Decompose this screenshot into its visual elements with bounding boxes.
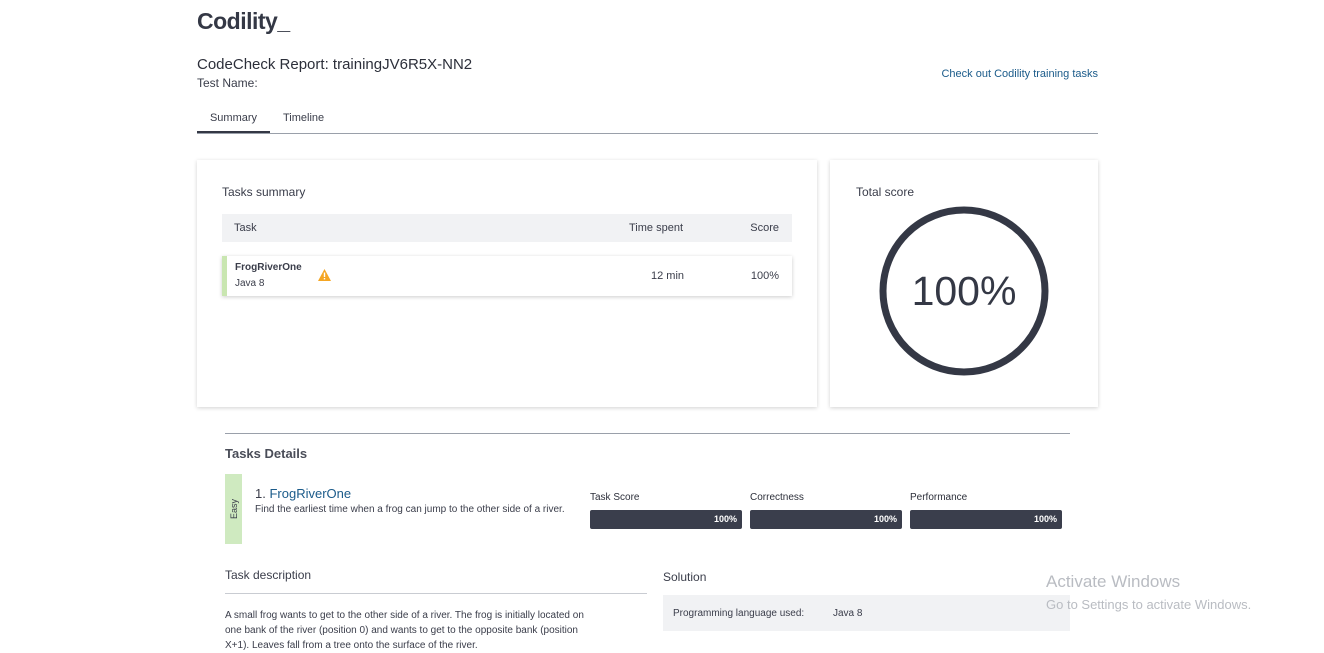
solution-info: Programming language used: Java 8	[663, 595, 1070, 631]
task-language: Java 8	[235, 278, 265, 289]
solution-title: Solution	[663, 570, 707, 584]
task-title-link[interactable]: FrogRiverOne	[269, 486, 351, 501]
tasks-summary-card: Tasks summary Task Time spent Score Frog…	[197, 160, 817, 407]
activation-watermark-title: Activate Windows	[1046, 572, 1181, 591]
report-tabs: Summary Timeline	[197, 109, 1098, 134]
training-tasks-link[interactable]: Check out Codility training tasks	[941, 68, 1098, 80]
codility-logo[interactable]: Codility_	[197, 8, 290, 35]
difficulty-badge: Easy	[225, 474, 242, 544]
activation-watermark-subtitle: Go to Settings to activate Windows.	[1046, 597, 1252, 612]
tab-timeline[interactable]: Timeline	[283, 109, 324, 132]
total-score-value: 100%	[912, 268, 1017, 314]
performance-bar: 100%	[910, 510, 1062, 529]
task-score-value: 100%	[713, 514, 737, 524]
test-name-label: Test Name:	[197, 76, 258, 90]
task-number: 1.	[255, 486, 266, 501]
page-title: CodeCheck Report: trainingJV6R5X-NN2	[197, 56, 473, 73]
description-divider	[225, 593, 647, 594]
total-score-title: Total score	[856, 185, 915, 199]
description-line: X+1). Leaves fall from a tree onto the s…	[225, 640, 478, 651]
correctness-bar: 100%	[750, 510, 902, 529]
tasks-table-header: Task Time spent Score	[222, 214, 792, 242]
task-description-text: A small frog wants to get to the other s…	[225, 608, 635, 653]
correctness-label: Correctness	[750, 492, 804, 503]
correctness-value: 100%	[873, 514, 897, 524]
language-label: Programming language used:	[673, 608, 805, 619]
task-score: 100%	[750, 270, 779, 282]
task-name[interactable]: FrogRiverOne	[235, 262, 302, 273]
total-score-card: Total score 100%	[830, 160, 1098, 407]
section-divider	[225, 433, 1070, 434]
task-time-spent: 12 min	[651, 270, 685, 282]
column-task: Task	[234, 222, 257, 234]
task-description-title: Task description	[225, 568, 312, 582]
tab-summary[interactable]: Summary	[197, 109, 270, 133]
performance-label: Performance	[910, 492, 968, 503]
tasks-summary-title: Tasks summary	[222, 185, 306, 199]
task-summary-text: Find the earliest time when a frog can j…	[255, 504, 565, 515]
warning-icon	[318, 269, 331, 284]
description-line: one bank of the river (position 0) and w…	[225, 625, 578, 636]
column-score: Score	[750, 222, 779, 234]
score-ring: 100%	[879, 206, 1049, 376]
language-value: Java 8	[833, 608, 863, 619]
difficulty-label: Easy	[228, 498, 239, 520]
task-score-bar: 100%	[590, 510, 742, 529]
description-line: A small frog wants to get to the other s…	[225, 610, 584, 621]
task-heading: 1. FrogRiverOne	[255, 486, 351, 501]
table-row[interactable]: FrogRiverOne Java 8 12 min 100%	[222, 256, 792, 296]
column-time-spent: Time spent	[629, 222, 684, 234]
task-score-label: Task Score	[590, 492, 640, 503]
performance-value: 100%	[1033, 514, 1057, 524]
tasks-details-title: Tasks Details	[225, 446, 308, 461]
